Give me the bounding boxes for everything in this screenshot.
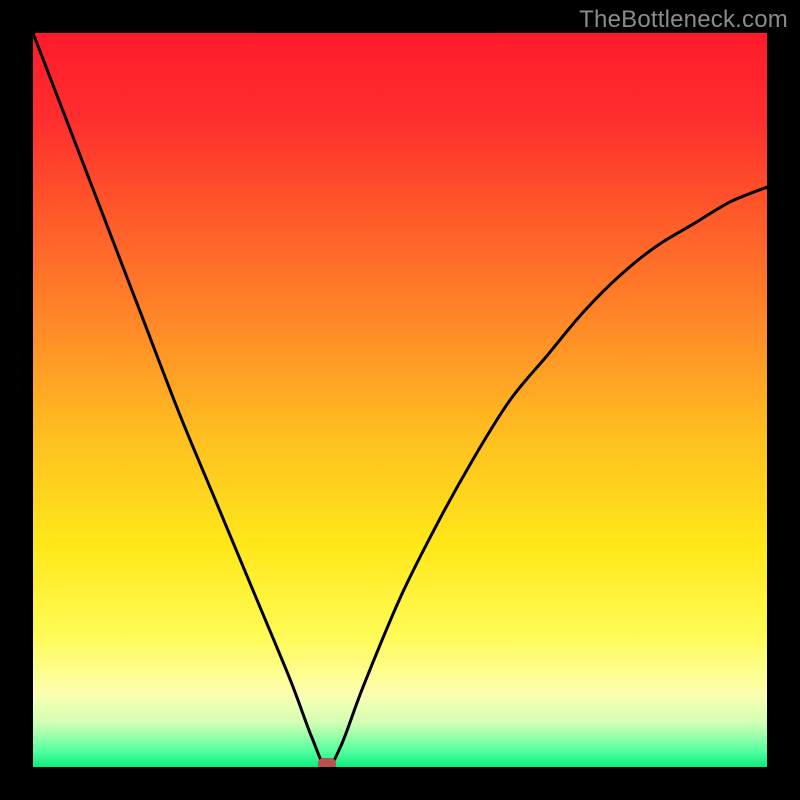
bottleneck-curve: [33, 33, 767, 767]
plot-area: [33, 33, 767, 767]
watermark-text: TheBottleneck.com: [579, 6, 788, 34]
curve-path: [33, 33, 767, 767]
chart-frame: TheBottleneck.com: [0, 0, 800, 800]
minimum-marker: [318, 758, 336, 767]
